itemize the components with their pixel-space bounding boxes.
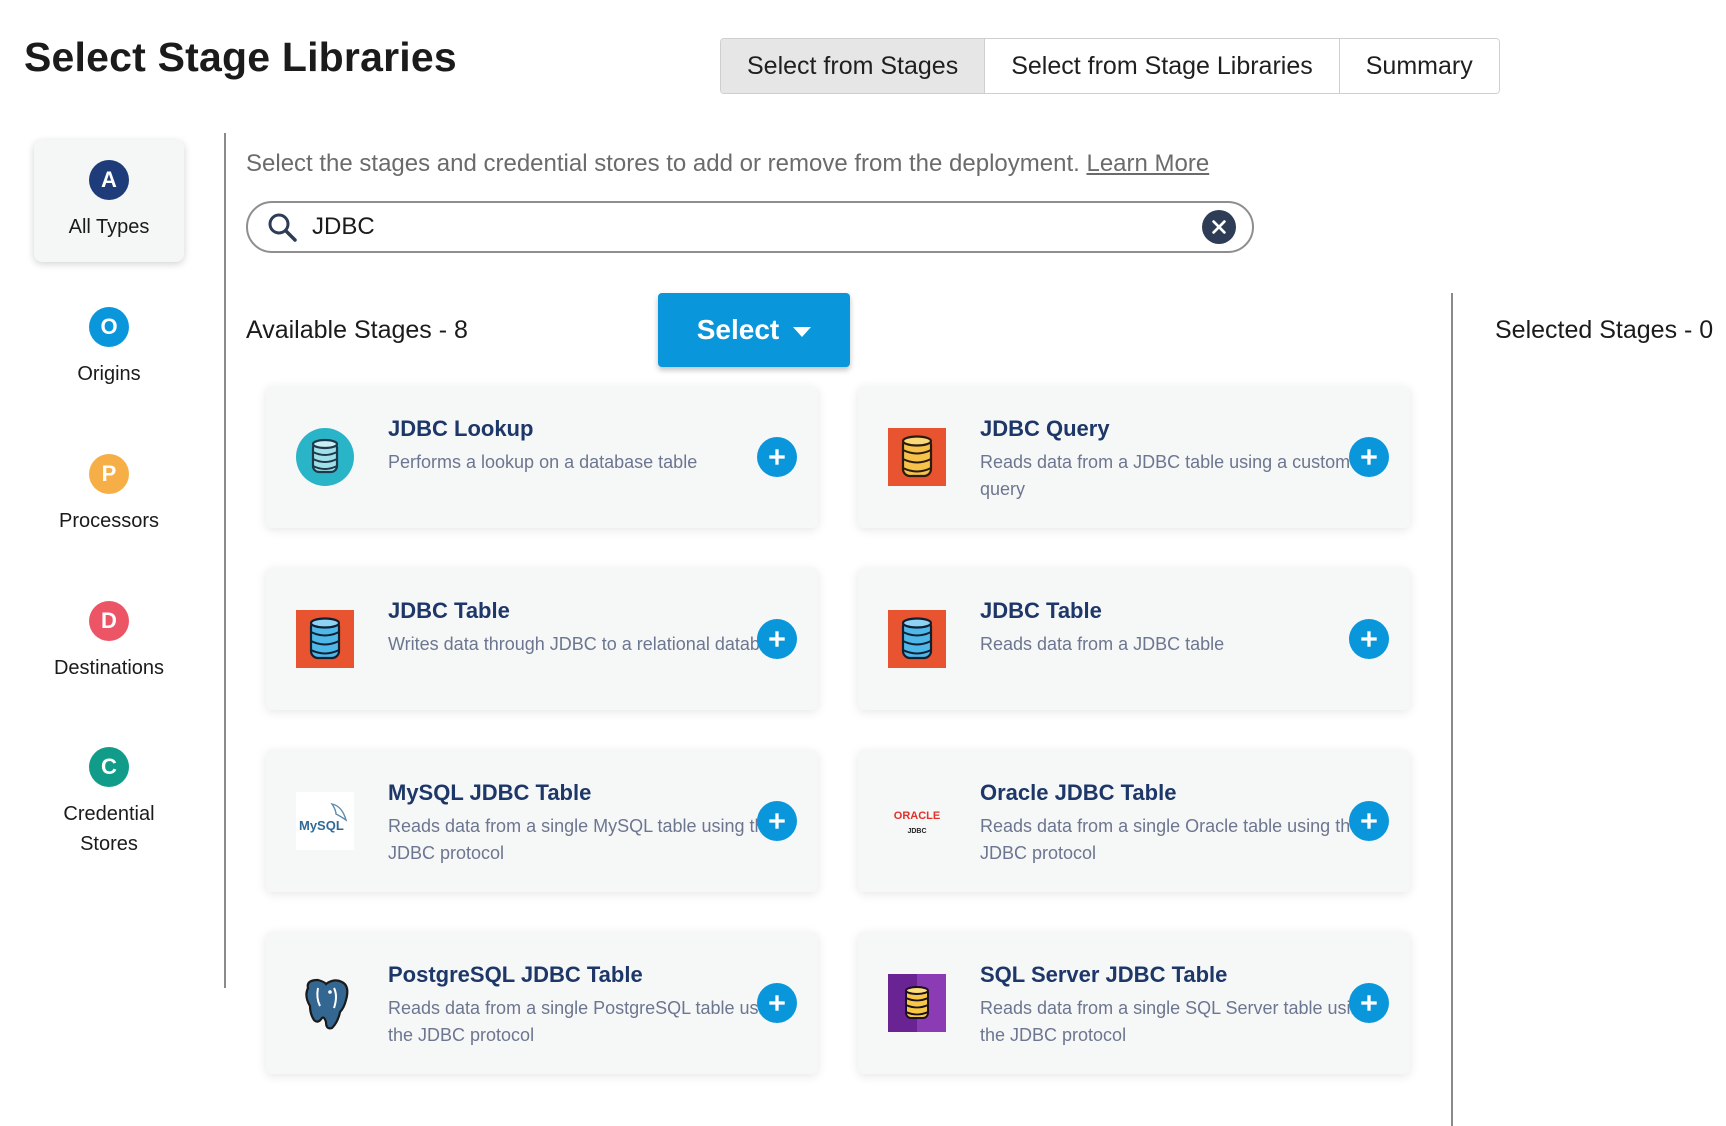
page-title: Select Stage Libraries: [24, 34, 457, 80]
postgresql-elephant-icon: [305, 978, 349, 1030]
selected-stages-count: Selected Stages - 0: [1495, 316, 1714, 344]
tab-summary[interactable]: Summary: [1338, 39, 1499, 93]
oracle-logo-subtext: JDBC: [907, 828, 926, 835]
sidebar-divider: [224, 133, 226, 988]
tab-bar: Select from Stages Select from Stage Lib…: [720, 38, 1500, 94]
filter-processors[interactable]: P Processors: [34, 434, 184, 556]
stage-card-jdbc-lookup[interactable]: JDBC Lookup Performs a lookup on a datab…: [266, 386, 818, 528]
filter-label: Origins: [77, 363, 141, 385]
credential-stores-badge-icon: C: [89, 747, 129, 787]
orange-database-icon: [888, 428, 946, 486]
search-input[interactable]: [312, 213, 1202, 241]
mysql-logo-icon: MySQL: [296, 792, 354, 850]
stage-description: Reads data from a single Oracle table us…: [980, 816, 1361, 863]
available-stages-count: Available Stages - 8: [246, 316, 468, 344]
add-stage-icon[interactable]: [1349, 437, 1389, 477]
stage-description: Performs a lookup on a database table: [388, 452, 698, 472]
filter-label: Destinations: [53, 657, 165, 679]
stage-card-jdbc-table-destination[interactable]: JDBC Table Writes data through JDBC to a…: [266, 568, 818, 710]
stage-card-jdbc-table-origin[interactable]: JDBC Table Reads data from a JDBC table: [858, 568, 1410, 710]
stage-card-jdbc-query[interactable]: JDBC Query Reads data from a JDBC table …: [858, 386, 1410, 528]
filter-origins[interactable]: O Origins: [34, 287, 184, 409]
select-button-label: Select: [696, 314, 780, 345]
stage-title: JDBC Lookup: [388, 416, 534, 441]
blue-database-icon: [888, 610, 946, 668]
stage-card-mysql-jdbc-table[interactable]: MySQL MySQL JDBC Table Reads data from a…: [266, 750, 818, 892]
learn-more-link[interactable]: Learn More: [1086, 150, 1209, 177]
purple-database-icon: [888, 974, 946, 1032]
all-types-badge-icon: A: [89, 160, 129, 200]
stage-description: Reads data from a single PostgreSQL tabl…: [388, 998, 783, 1045]
filter-label: Processors: [58, 510, 160, 532]
mysql-logo-text: MySQL: [299, 818, 344, 833]
stage-description: Reads data from a single SQL Server tabl…: [980, 998, 1371, 1045]
teal-database-icon: [296, 428, 354, 486]
filter-credential-stores[interactable]: C Credential Stores: [34, 728, 184, 878]
stage-card-postgresql-jdbc-table[interactable]: PostgreSQL JDBC Table Reads data from a …: [266, 932, 818, 1074]
stage-title: JDBC Table: [980, 598, 1102, 623]
tab-select-from-stages[interactable]: Select from Stages: [721, 39, 985, 93]
stage-description: Reads data from a JDBC table using a cus…: [980, 452, 1351, 499]
stage-description: Reads data from a JDBC table: [980, 634, 1225, 654]
caret-down-icon: [793, 326, 812, 337]
oracle-logo-text: ORACLE: [894, 810, 940, 822]
add-stage-icon[interactable]: [1349, 801, 1389, 841]
selected-panel-divider: [1451, 293, 1453, 1126]
filter-label: All Types: [68, 216, 150, 238]
stage-title: SQL Server JDBC Table: [980, 962, 1228, 987]
stage-card-oracle-jdbc-table[interactable]: ORACLE JDBC Oracle JDBC Table Reads data…: [858, 750, 1410, 892]
add-stage-icon[interactable]: [1349, 619, 1389, 659]
stage-title: PostgreSQL JDBC Table: [388, 962, 643, 987]
add-stage-icon[interactable]: [757, 437, 797, 477]
stage-title: JDBC Table: [388, 598, 510, 623]
destinations-badge-icon: D: [89, 601, 129, 641]
stage-card-sql-server-jdbc-table[interactable]: SQL Server JDBC Table Reads data from a …: [858, 932, 1410, 1074]
stage-description: Reads data from a single MySQL table usi…: [388, 816, 775, 863]
oracle-jdbc-logo-icon: ORACLE JDBC: [894, 810, 940, 835]
search-icon: [268, 213, 297, 242]
add-stage-icon[interactable]: [757, 983, 797, 1023]
stage-description: Writes data through JDBC to a relational…: [388, 634, 789, 654]
tab-select-from-stage-libraries[interactable]: Select from Stage Libraries: [984, 39, 1339, 93]
processors-badge-icon: P: [89, 454, 129, 494]
stage-title: Oracle JDBC Table: [980, 780, 1177, 805]
instruction-body: Select the stages and credential stores …: [246, 150, 1080, 177]
instruction-text: Select the stages and credential stores …: [246, 150, 1209, 178]
stage-title: MySQL JDBC Table: [388, 780, 592, 805]
stage-title: JDBC Query: [980, 416, 1110, 441]
filter-all-types[interactable]: A All Types: [34, 140, 184, 262]
filter-label: Credential Stores: [63, 803, 155, 855]
origins-badge-icon: O: [89, 307, 129, 347]
select-dropdown-button[interactable]: Select: [658, 293, 850, 367]
add-stage-icon[interactable]: [1349, 983, 1389, 1023]
add-stage-icon[interactable]: [757, 619, 797, 659]
clear-search-icon[interactable]: [1202, 210, 1236, 244]
add-stage-icon[interactable]: [757, 801, 797, 841]
filter-destinations[interactable]: D Destinations: [34, 581, 184, 703]
search-box: [246, 201, 1254, 253]
blue-database-icon: [296, 610, 354, 668]
